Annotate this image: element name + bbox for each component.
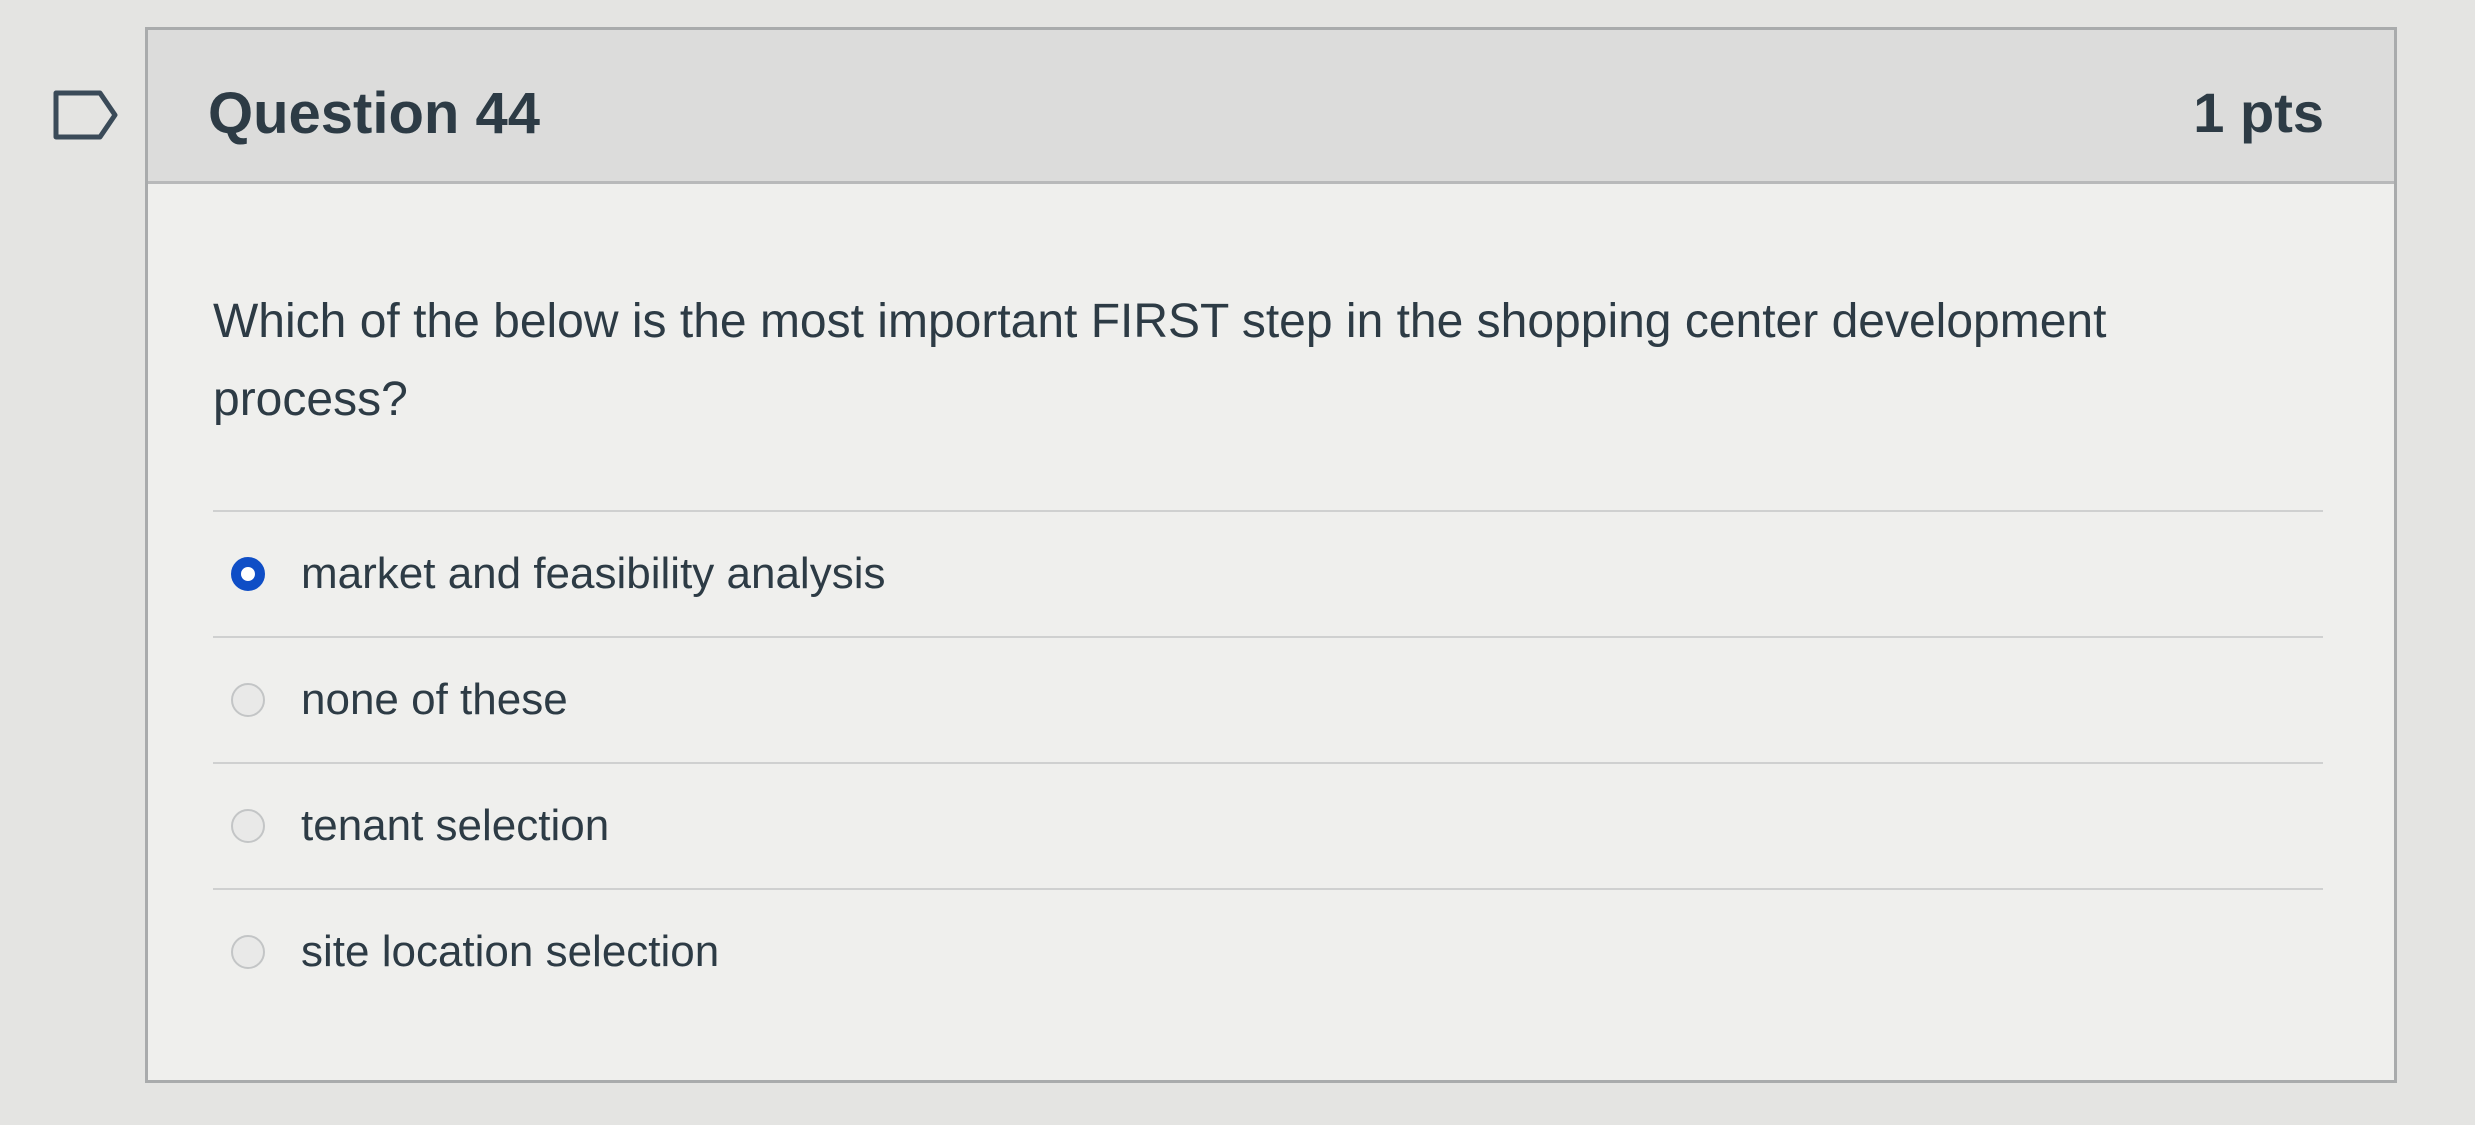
answer-label: market and feasibility analysis	[301, 549, 886, 598]
question-text: Which of the below is the most important…	[213, 295, 2107, 426]
answer-option-none-of-these[interactable]: none of these	[213, 638, 2323, 762]
radio-unselected-icon[interactable]	[231, 809, 265, 843]
answer-option-market-feasibility[interactable]: market and feasibility analysis	[213, 512, 2323, 636]
answer-label: tenant selection	[301, 801, 610, 850]
answer-option-tenant-selection[interactable]: tenant selection	[213, 764, 2323, 888]
question-points: 1 pts	[2193, 81, 2324, 144]
flag-question-icon[interactable]	[52, 89, 120, 141]
answer-option-site-location-selection[interactable]: site location selection	[213, 890, 2323, 1014]
answer-label: site location selection	[301, 927, 720, 976]
answer-list: market and feasibility analysis none of …	[213, 510, 2323, 1014]
radio-unselected-icon[interactable]	[231, 935, 265, 969]
radio-selected-icon[interactable]	[231, 557, 265, 591]
question-card: Question 44 1 pts Which of the below is …	[145, 27, 2397, 1083]
radio-unselected-icon[interactable]	[231, 683, 265, 717]
question-header: Question 44 1 pts	[148, 30, 2394, 184]
answer-label: none of these	[301, 675, 568, 724]
question-title: Question 44	[208, 81, 540, 146]
